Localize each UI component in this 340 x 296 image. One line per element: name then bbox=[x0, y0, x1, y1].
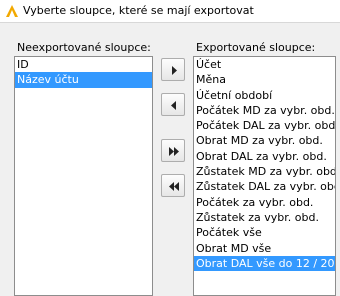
move-all-left-button[interactable] bbox=[161, 174, 185, 197]
unexported-columns-list[interactable]: ID Název účtu bbox=[14, 56, 153, 296]
list-item[interactable]: Zůstatek DAL za vybr. obd. bbox=[194, 179, 335, 194]
window-title: Vyberte sloupce, které se mají exportova… bbox=[23, 4, 254, 17]
arrow-right-icon bbox=[172, 66, 177, 75]
list-item[interactable]: Zůstatek MD za vybr. obd. bbox=[194, 164, 335, 179]
title-bar: Vyberte sloupce, které se mají exportova… bbox=[0, 0, 340, 23]
arrow-left-icon bbox=[171, 101, 176, 110]
list-item[interactable]: Obrat DAL vše do 12 / 2016 bbox=[194, 255, 335, 272]
list-item[interactable]: Počátek za vybr. obd. bbox=[194, 195, 335, 210]
move-all-right-button[interactable] bbox=[161, 139, 185, 162]
list-item[interactable]: Název účtu bbox=[15, 72, 152, 88]
double-arrow-right-icon bbox=[169, 147, 179, 156]
list-item[interactable]: Obrat MD vše bbox=[194, 241, 335, 256]
list-item[interactable]: Účetní období bbox=[194, 88, 335, 103]
list-item[interactable]: Obrat DAL za vybr. obd. bbox=[194, 149, 335, 164]
list-item[interactable]: ID bbox=[15, 57, 152, 72]
list-item[interactable]: Zůstatek za vybr. obd. bbox=[194, 210, 335, 225]
move-left-button[interactable] bbox=[161, 93, 185, 116]
move-right-button[interactable] bbox=[161, 58, 185, 81]
list-item[interactable]: Účet bbox=[194, 57, 335, 72]
list-item[interactable]: Obrat MD za vybr. obd. bbox=[194, 133, 335, 148]
unexported-columns-label: Neexportované sloupce: bbox=[17, 41, 151, 54]
exported-columns-list[interactable]: Účet Měna Účetní období Počátek MD za vybr.… bbox=[193, 56, 336, 296]
exported-columns-label: Exportované sloupce: bbox=[196, 41, 316, 54]
list-item[interactable]: Počátek DAL za vybr. obd. bbox=[194, 118, 335, 133]
list-item[interactable]: Měna bbox=[194, 72, 335, 87]
list-item[interactable]: Počátek vše bbox=[194, 225, 335, 240]
double-arrow-left-icon bbox=[169, 182, 179, 191]
list-item[interactable]: Počátek MD za vybr. obd. bbox=[194, 103, 335, 118]
app-logo-icon bbox=[6, 5, 18, 17]
